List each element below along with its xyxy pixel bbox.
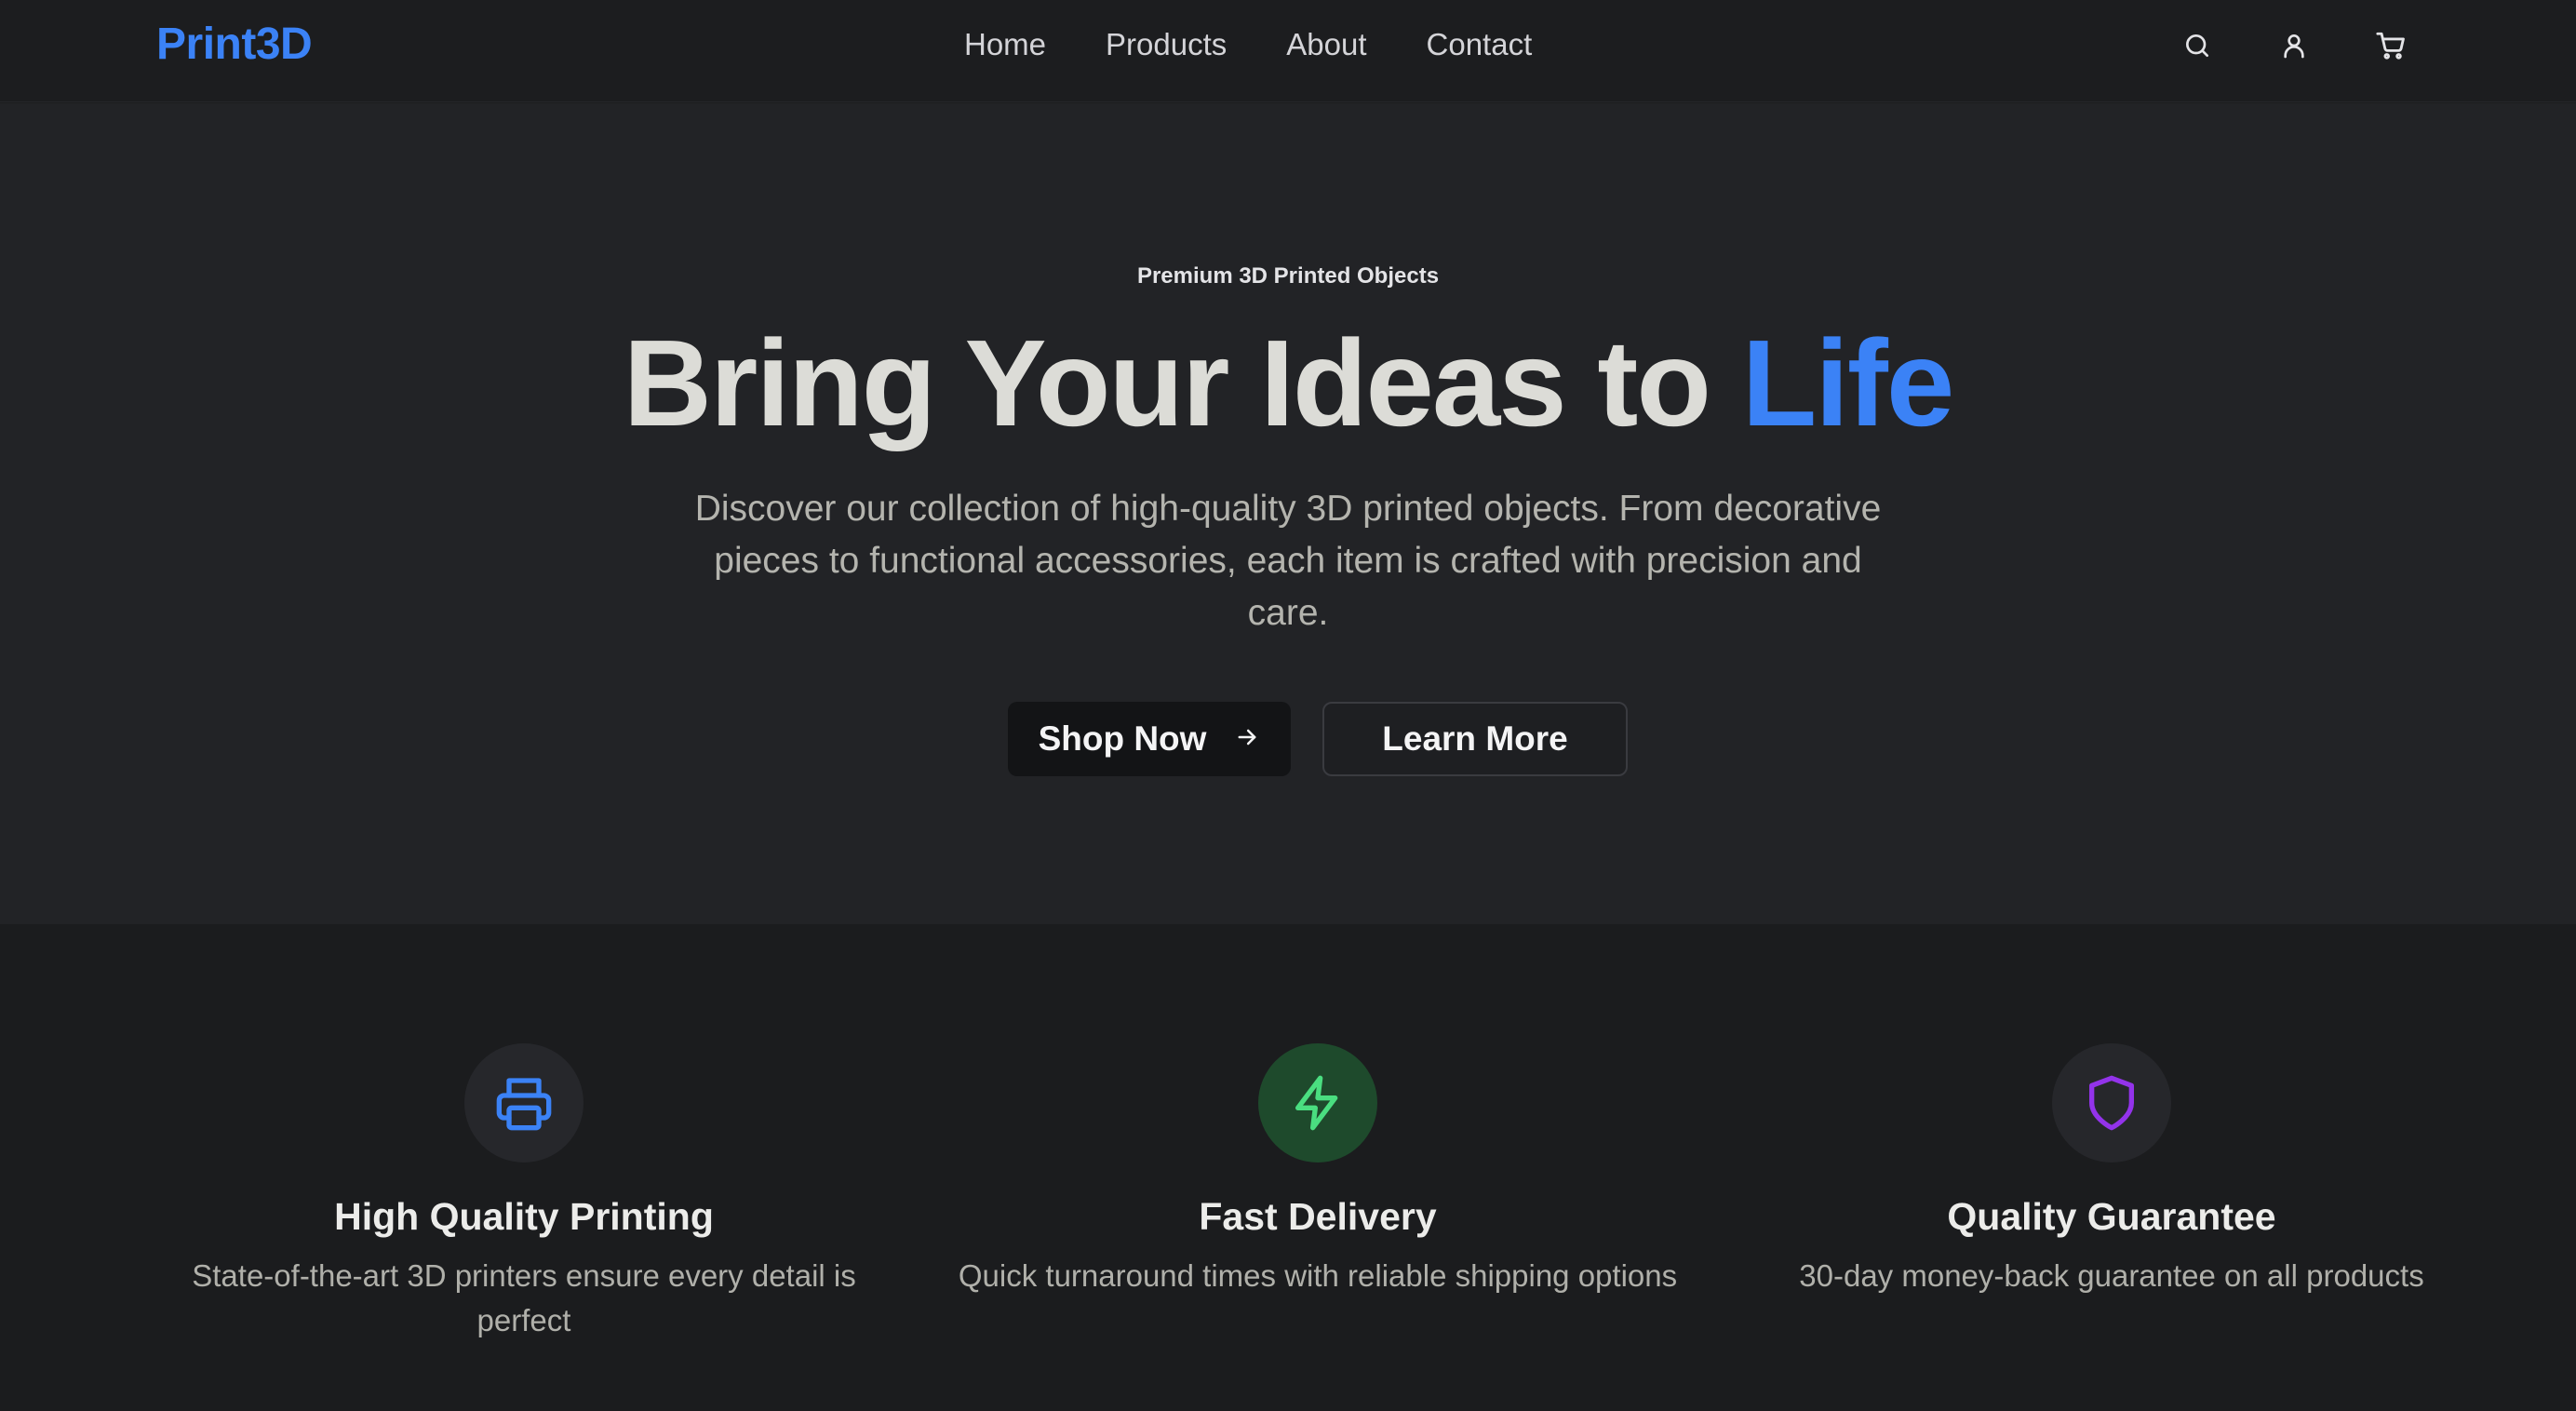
features-section: High Quality Printing State-of-the-art 3… bbox=[0, 925, 2576, 1411]
feature-title: Quality Guarantee bbox=[1947, 1195, 2276, 1238]
search-icon[interactable] bbox=[2176, 24, 2219, 67]
feature-description: Quick turnaround times with reliable shi… bbox=[958, 1258, 1678, 1293]
nav-about[interactable]: About bbox=[1286, 20, 1366, 69]
shop-now-button[interactable]: Shop Now bbox=[1008, 702, 1291, 776]
logo[interactable]: Print3D bbox=[156, 17, 313, 73]
feature-card: Quality Guarantee 30-day money-back guar… bbox=[1739, 1043, 2484, 1298]
learn-more-label: Learn More bbox=[1382, 719, 1568, 758]
learn-more-button[interactable]: Learn More bbox=[1322, 702, 1628, 776]
feature-description: 30-day money-back guarantee on all produ… bbox=[1799, 1258, 2424, 1293]
feature-card: High Quality Printing State-of-the-art 3… bbox=[152, 1043, 896, 1343]
feature-description: State-of-the-art 3D printers ensure ever… bbox=[192, 1258, 856, 1337]
nav-contact[interactable]: Contact bbox=[1427, 20, 1533, 69]
header-actions bbox=[2176, 24, 2412, 67]
nav-home[interactable]: Home bbox=[964, 20, 1046, 69]
hero-eyebrow: Premium 3D Printed Objects bbox=[1136, 263, 1440, 289]
arrow-right-icon bbox=[1234, 719, 1260, 759]
shop-now-label: Shop Now bbox=[1038, 719, 1207, 758]
nav-products[interactable]: Products bbox=[1106, 20, 1227, 69]
hero-section: Premium 3D Printed Objects Bring Your Id… bbox=[0, 103, 2576, 924]
feature-card: Fast Delivery Quick turnaround times wit… bbox=[946, 1043, 1690, 1298]
feature-title: Fast Delivery bbox=[1199, 1195, 1437, 1238]
user-icon[interactable] bbox=[2273, 24, 2315, 67]
shield-icon bbox=[2052, 1043, 2171, 1162]
main-nav: Home Products About Contact bbox=[964, 20, 1532, 69]
cart-icon[interactable] bbox=[2369, 24, 2412, 67]
printer-icon bbox=[464, 1043, 584, 1162]
headline-accent: Life bbox=[1741, 315, 1955, 451]
hero-headline: Bring Your Ideas to Life bbox=[0, 314, 2576, 453]
site-header: Print3D Home Products About Contact bbox=[0, 0, 2576, 102]
headline-main: Bring Your Ideas to bbox=[623, 315, 1711, 451]
lightning-icon bbox=[1258, 1043, 1377, 1162]
hero-description: Discover our collection of high-quality … bbox=[694, 489, 1882, 633]
feature-title: High Quality Printing bbox=[334, 1195, 714, 1238]
